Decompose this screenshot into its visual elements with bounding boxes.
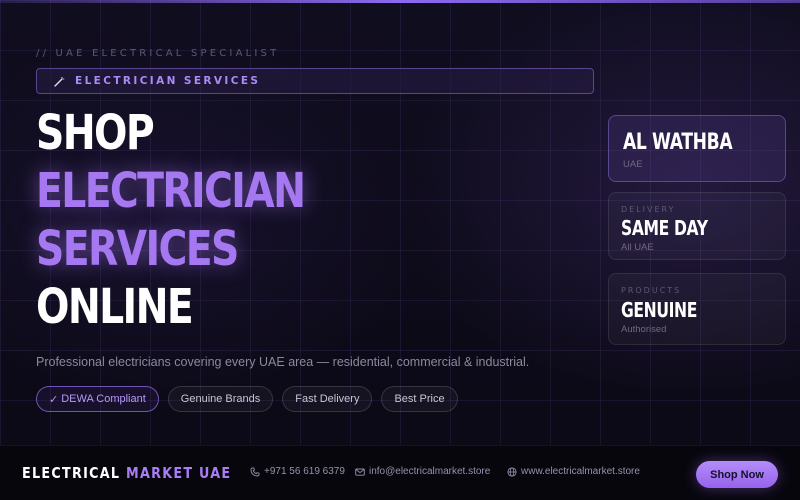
pill-genuine-brands[interactable]: Genuine Brands (167, 386, 274, 412)
phone-icon (250, 467, 260, 477)
website-url: www.electricalmarket.store (521, 466, 640, 477)
location-title: AL WATHBA (623, 130, 733, 155)
products-subtitle: Authorised (621, 324, 667, 335)
footer-phone[interactable]: +971 56 619 6379 (250, 466, 345, 477)
headline-line-1: SHOP (36, 105, 155, 161)
delivery-label: DELIVERY (621, 205, 676, 214)
pill-best-price[interactable]: Best Price (381, 386, 458, 412)
phone-number: +971 56 619 6379 (264, 466, 345, 477)
delivery-card: DELIVERY SAME DAY All UAE (608, 192, 786, 260)
brand-name-part2: MARKET UAE (125, 464, 232, 482)
footer-bar: ELECTRICAL MARKET UAE +971 56 619 6379 i… (0, 445, 800, 500)
pill-label: Genuine Brands (180, 393, 261, 405)
service-tag: ELECTRICIAN SERVICES (36, 68, 594, 94)
brand-name-part1: ELECTRICAL (22, 464, 121, 482)
check-icon: ✓ (49, 393, 59, 406)
products-label: PRODUCTS (621, 286, 682, 295)
products-card: PRODUCTS GENUINE Authorised (608, 273, 786, 345)
delivery-title: SAME DAY (621, 216, 708, 240)
top-accent-line (0, 0, 800, 3)
kicker-text: // UAE ELECTRICAL SPECIALIST (36, 48, 280, 59)
pill-label: DEWA Compliant (61, 393, 146, 405)
location-subtitle: UAE (623, 159, 643, 170)
products-title: GENUINE (621, 298, 697, 322)
brand-logo[interactable]: ELECTRICAL MARKET UAE (22, 464, 231, 482)
hero-headline: SHOP ELECTRICIAN SERVICES ONLINE (36, 104, 363, 336)
headline-line-2: ELECTRICIAN (36, 163, 306, 219)
mail-icon (355, 467, 365, 477)
headline-line-4: ONLINE (36, 279, 194, 335)
email-address: info@electricalmarket.store (369, 466, 491, 477)
pill-label: Fast Delivery (295, 393, 360, 405)
delivery-subtitle: All UAE (621, 242, 654, 253)
magic-wand-icon (53, 75, 65, 87)
shop-now-button[interactable]: Shop Now (696, 461, 778, 488)
pill-dewa-compliant[interactable]: ✓ DEWA Compliant (36, 386, 159, 412)
hero-description: Professional electricians covering every… (36, 355, 530, 369)
footer-email[interactable]: info@electricalmarket.store (355, 466, 490, 477)
pill-label: Best Price (394, 393, 445, 405)
footer-website[interactable]: www.electricalmarket.store (507, 466, 640, 477)
feature-pills: ✓ DEWA Compliant Genuine Brands Fast Del… (36, 386, 458, 412)
pill-fast-delivery[interactable]: Fast Delivery (282, 386, 373, 412)
headline-line-3: SERVICES (36, 221, 239, 277)
location-card: AL WATHBA UAE (608, 115, 786, 182)
service-tag-label: ELECTRICIAN SERVICES (75, 75, 261, 87)
globe-icon (507, 466, 517, 477)
